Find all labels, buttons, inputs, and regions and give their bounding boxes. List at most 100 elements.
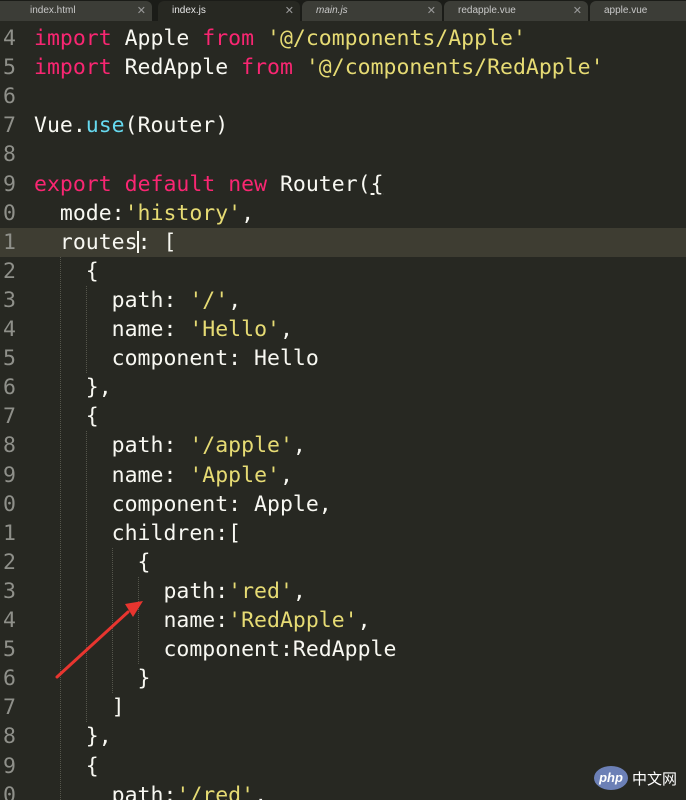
code-line[interactable]: 0 mode:'history', bbox=[0, 199, 686, 228]
code-line[interactable]: 8 path: '/apple', bbox=[0, 431, 686, 460]
line-number: 7 bbox=[3, 404, 16, 430]
tab-3[interactable]: redapple.vue ✕ bbox=[444, 1, 588, 21]
code-line[interactable]: 9 { bbox=[0, 752, 686, 781]
code-line[interactable]: 7 { bbox=[0, 402, 686, 431]
line-number: 6 bbox=[3, 84, 16, 110]
code-text: component:RedApple bbox=[34, 635, 396, 664]
code-token: path: bbox=[34, 578, 229, 604]
indent-guide bbox=[86, 285, 88, 374]
code-token: path: bbox=[34, 782, 177, 800]
tab-2[interactable]: main.js ✕ bbox=[302, 1, 442, 21]
line-number: 3 bbox=[3, 287, 16, 313]
code-line[interactable]: 2 { bbox=[0, 257, 686, 286]
line-number: 8 bbox=[3, 724, 16, 750]
code-line[interactable]: 2 { bbox=[0, 548, 686, 577]
code-token: import bbox=[34, 26, 112, 51]
line-number: 4 bbox=[3, 317, 16, 342]
code-token: , bbox=[241, 200, 255, 226]
code-token: '/red' bbox=[176, 782, 255, 800]
code-editor[interactable]: 4 import Apple from '@/components/Apple' 5… bbox=[0, 21, 686, 800]
code-line[interactable]: 8 bbox=[0, 140, 686, 169]
line-number: 2 bbox=[3, 258, 16, 284]
code-line[interactable]: 6 }, bbox=[0, 373, 686, 402]
code-text: { bbox=[34, 402, 99, 431]
code-text: { bbox=[34, 257, 99, 286]
code-text: { bbox=[34, 752, 99, 781]
code-token: path: bbox=[34, 287, 190, 313]
code-line[interactable]: 4 name:'RedApple', bbox=[0, 606, 686, 635]
code-line[interactable]: 9 name: 'Apple', bbox=[0, 461, 686, 490]
code-line[interactable]: 5 import RedApple from '@/components/RedA… bbox=[0, 53, 686, 82]
line-number: 7 bbox=[3, 113, 16, 139]
code-line[interactable]: 4 name: 'Hello', bbox=[0, 315, 686, 344]
code-line[interactable]: 0 path:'/red', bbox=[0, 781, 686, 800]
line-number: 2 bbox=[3, 549, 16, 575]
code-text: ] bbox=[34, 693, 125, 722]
close-icon[interactable]: ✕ bbox=[137, 1, 146, 21]
code-token: Vue. bbox=[34, 113, 86, 139]
code-text: path:'/red', bbox=[34, 781, 267, 800]
code-text: import RedApple from '@/components/RedAp… bbox=[34, 53, 604, 82]
code-token: { bbox=[34, 753, 99, 779]
code-token: 'history' bbox=[124, 200, 242, 226]
code-line[interactable]: 1 routes: [ bbox=[0, 227, 686, 257]
code-line[interactable]: 3 path: '/', bbox=[0, 286, 686, 315]
code-line[interactable]: 7 Vue.use(Router) bbox=[0, 111, 686, 140]
code-token: (Router) bbox=[124, 113, 229, 139]
line-number: 8 bbox=[3, 142, 16, 168]
code-token: 'Apple' bbox=[189, 462, 280, 488]
tab-1[interactable]: index.js ✕ bbox=[158, 1, 300, 21]
code-text: }, bbox=[34, 373, 112, 402]
code-text: } bbox=[34, 664, 151, 693]
code-text: routes: [ bbox=[34, 228, 177, 257]
close-icon[interactable]: ✕ bbox=[427, 1, 436, 21]
line-number: 3 bbox=[3, 578, 16, 604]
close-icon[interactable]: ✕ bbox=[285, 1, 294, 21]
tab-4[interactable]: apple.vue bbox=[590, 1, 686, 21]
tab-label: main.js bbox=[316, 5, 348, 16]
code-line[interactable]: 6 bbox=[0, 82, 686, 111]
code-line[interactable]: 5 component:RedApple bbox=[0, 635, 686, 664]
tab-0[interactable]: index.html ✕ bbox=[0, 1, 152, 21]
code-token: import bbox=[34, 55, 112, 81]
code-text: name: 'Apple', bbox=[34, 461, 293, 490]
code-token: component:RedApple bbox=[34, 637, 397, 663]
code-line[interactable]: 3 path:'red', bbox=[0, 577, 686, 606]
code-line[interactable]: 5 component: Hello bbox=[0, 344, 686, 373]
line-number: 5 bbox=[3, 637, 16, 663]
code-token: children:[ bbox=[34, 520, 242, 546]
code-token: new bbox=[228, 171, 268, 197]
code-token: mode: bbox=[34, 200, 125, 226]
code-token: , bbox=[228, 287, 242, 313]
code-line[interactable]: 6 } bbox=[0, 664, 686, 693]
code-token: , bbox=[292, 433, 306, 459]
line-number: 6 bbox=[3, 375, 16, 401]
code-text: component: Hello bbox=[34, 344, 319, 373]
code-token: path: bbox=[34, 433, 190, 459]
code-token: name: bbox=[34, 317, 190, 342]
code-token: export bbox=[34, 171, 112, 197]
code-token: from bbox=[241, 55, 293, 81]
code-token: { bbox=[34, 258, 99, 284]
code-token: , bbox=[254, 782, 268, 800]
code-token: default bbox=[124, 171, 216, 197]
code-text: Vue.use(Router) bbox=[34, 111, 228, 140]
indent-guide bbox=[138, 576, 140, 665]
code-token: }, bbox=[34, 724, 112, 750]
code-token: } bbox=[34, 666, 151, 692]
code-line[interactable]: 9 export default new Router({ bbox=[0, 170, 686, 199]
close-icon[interactable]: ✕ bbox=[573, 1, 582, 21]
code-token: component: Apple, bbox=[34, 491, 332, 517]
code-token: : [ bbox=[137, 229, 177, 255]
code-line[interactable]: 1 children:[ bbox=[0, 519, 686, 548]
code-token: Apple bbox=[111, 26, 203, 51]
code-line[interactable]: 8 }, bbox=[0, 722, 686, 751]
code-line[interactable]: 7 ] bbox=[0, 693, 686, 722]
line-number: 7 bbox=[3, 695, 16, 721]
code-line[interactable]: 4 import Apple from '@/components/Apple' bbox=[0, 24, 686, 53]
line-number: 9 bbox=[3, 753, 16, 779]
code-line[interactable]: 0 component: Apple, bbox=[0, 490, 686, 519]
